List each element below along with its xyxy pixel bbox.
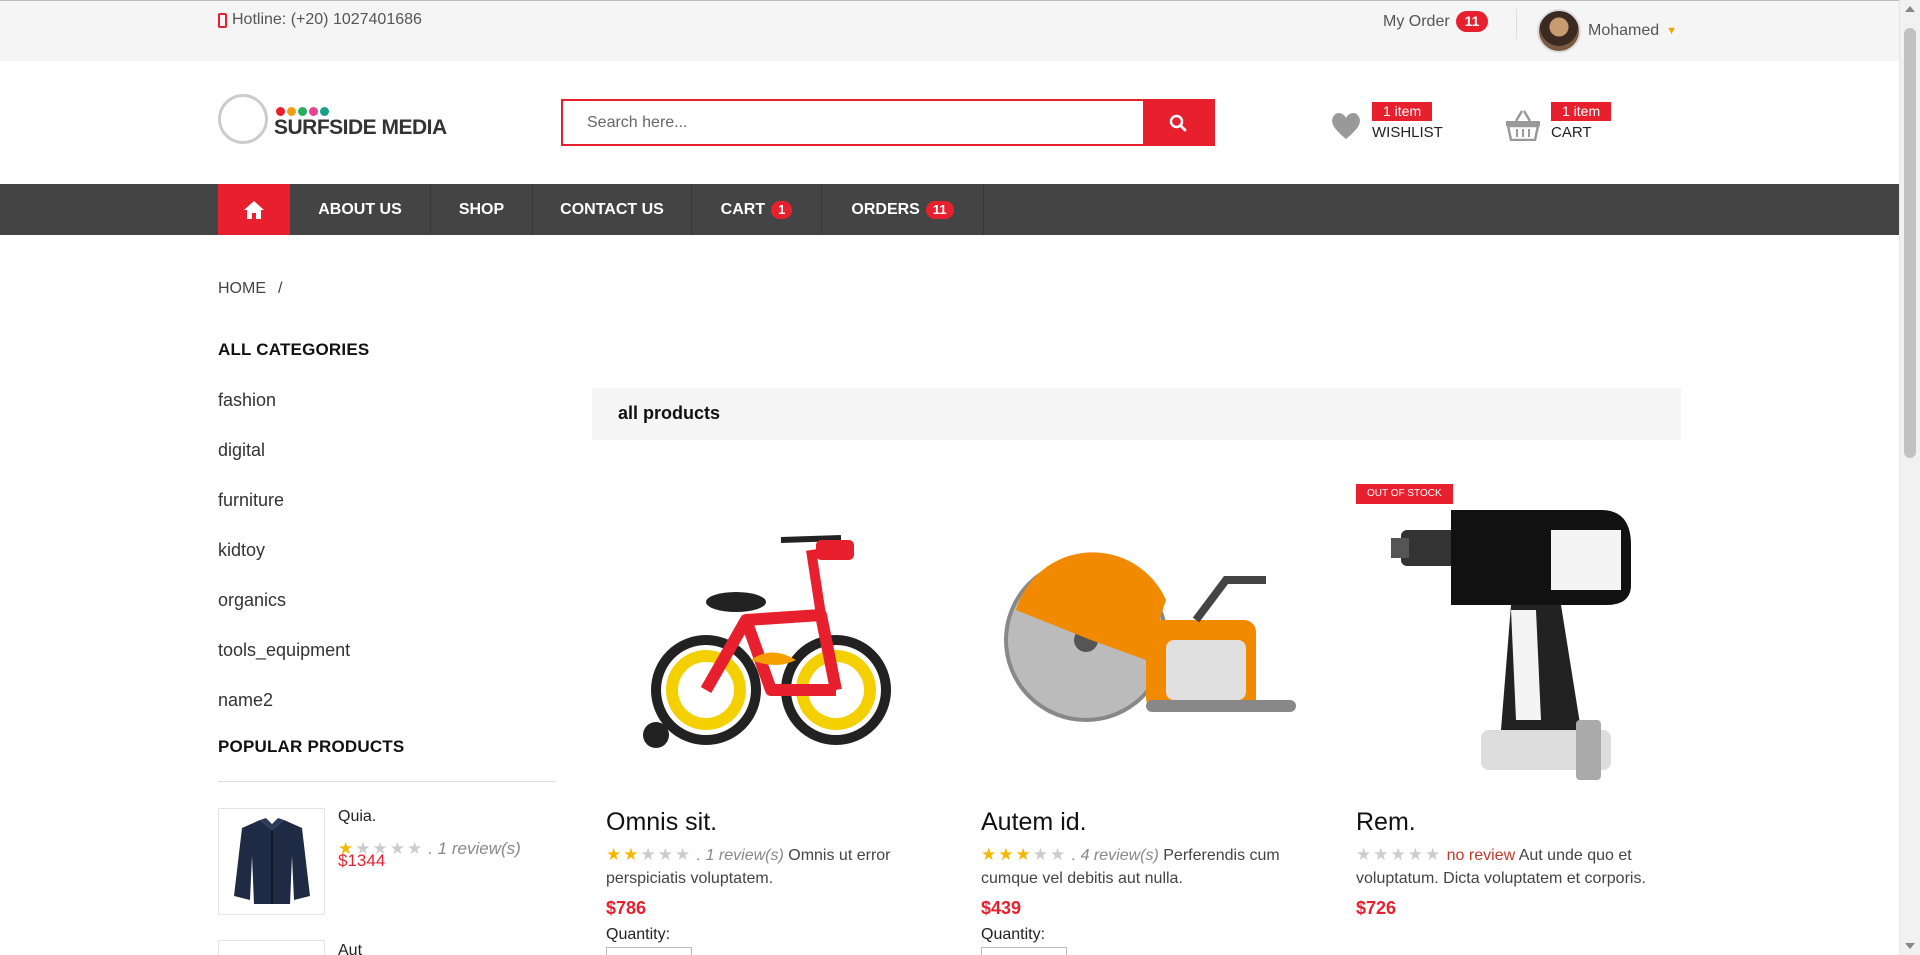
nav-label: ORDERS <box>851 200 920 218</box>
product-card: OUT OF STOCK Rem. ★★★★★ no review Aut un… <box>1356 480 1686 919</box>
review-count: . 1 review(s) <box>428 839 521 858</box>
logo-text: SURFSIDE MEDIA <box>274 116 447 139</box>
my-order-label: My Order <box>1383 12 1450 30</box>
search-form <box>561 99 1215 146</box>
heart-icon <box>1332 112 1360 139</box>
main-nav: ABOUT US SHOP CONTACT US CART 1 ORDERS 1… <box>0 184 1899 235</box>
product-meta: ★★★★★ no review Aut unde quo et voluptat… <box>1356 843 1686 890</box>
wishlist-label: WISHLIST <box>1372 124 1443 141</box>
nav-about-us[interactable]: ABOUT US <box>290 184 431 235</box>
product-name[interactable]: Rem. <box>1356 808 1686 837</box>
search-input[interactable] <box>563 101 1143 144</box>
nav-label: CONTACT US <box>560 200 664 218</box>
breadcrumb: HOME / <box>218 280 282 298</box>
product-name[interactable]: Autem id. <box>981 808 1311 837</box>
category-item[interactable]: tools_equipment <box>218 640 350 690</box>
user-name: Mohamed <box>1588 22 1660 39</box>
logo[interactable]: SURFSIDE MEDIA <box>218 94 447 144</box>
product-thumbnail[interactable] <box>218 940 325 955</box>
category-item[interactable]: furniture <box>218 490 350 540</box>
stars: ★★★★★ <box>1356 845 1443 864</box>
scroll-thumb[interactable] <box>1904 28 1916 458</box>
product-image[interactable] <box>606 480 936 800</box>
section-heading: all products <box>592 388 1681 440</box>
nav-label: ABOUT US <box>318 200 402 218</box>
nav-shop[interactable]: SHOP <box>431 184 533 235</box>
logo-dots <box>276 107 329 116</box>
wishlist-link[interactable]: 1 item WISHLIST <box>1330 102 1443 141</box>
category-list: fashion digital furniture kidtoy organic… <box>218 390 350 740</box>
breadcrumb-home[interactable]: HOME <box>218 280 266 298</box>
product-meta: ★★★★★ . 4 review(s) Perferendis cum cumq… <box>981 843 1311 890</box>
cart-badge: 1 item <box>1551 102 1612 121</box>
categories-title: ALL CATEGORIES <box>218 340 370 359</box>
category-item[interactable]: digital <box>218 440 350 490</box>
product-meta: ★★★★★ . 1 review(s) Omnis ut error persp… <box>606 843 936 890</box>
product-image[interactable] <box>981 480 1311 800</box>
price: $726 <box>1356 898 1397 918</box>
search-icon <box>1169 114 1187 131</box>
price: $786 <box>606 898 647 918</box>
wishlist-badge: 1 item <box>1372 102 1433 121</box>
popular-product-name[interactable]: Quia. <box>338 808 521 826</box>
product-card: Omnis sit. ★★★★★ . 1 review(s) Omnis ut … <box>606 480 936 955</box>
product-name[interactable]: Omnis sit. <box>606 808 936 837</box>
divider <box>218 781 556 782</box>
review-count: . 4 review(s) <box>1071 847 1159 864</box>
avatar <box>1537 9 1581 53</box>
popular-product-name[interactable]: Aut <box>338 942 362 955</box>
category-item[interactable]: kidtoy <box>218 540 350 590</box>
divider <box>1516 9 1517 39</box>
scroll-up-icon[interactable] <box>1905 6 1915 12</box>
category-item[interactable]: organics <box>218 590 350 640</box>
nav-contact-us[interactable]: CONTACT US <box>533 184 692 235</box>
chevron-down-icon: ▼ <box>1666 25 1678 37</box>
jacket-image <box>233 817 310 904</box>
scrollbar[interactable] <box>1899 0 1920 955</box>
quantity-label: Quantity: <box>606 926 671 943</box>
cart-link[interactable]: 1 item CART <box>1505 102 1612 141</box>
drill-image <box>1391 510 1631 780</box>
home-icon <box>244 200 264 219</box>
search-button[interactable] <box>1143 101 1213 144</box>
popular-product[interactable]: Quia. ★★★★★ . 1 review(s) $1344 <box>218 808 521 915</box>
scroll-down-icon[interactable] <box>1905 943 1915 949</box>
phone-icon <box>218 12 227 28</box>
review-count: . 1 review(s) <box>696 847 784 864</box>
product-thumbnail[interactable] <box>218 808 325 915</box>
product-card: Autem id. ★★★★★ . 4 review(s) Perferendi… <box>981 480 1311 955</box>
nav-orders-count: 11 <box>925 200 954 219</box>
quantity-stepper[interactable] <box>606 947 692 955</box>
breadcrumb-separator: / <box>278 280 283 297</box>
hotline-text: Hotline: (+20) 1027401686 <box>232 11 422 28</box>
stars: ★★★★★ <box>606 845 693 864</box>
quantity-label: Quantity: <box>981 926 1046 943</box>
review-count: no review <box>1446 847 1516 864</box>
logo-emblem <box>218 94 268 144</box>
nav-cart-count: 1 <box>771 200 793 219</box>
out-of-stock-badge: OUT OF STOCK <box>1356 484 1453 504</box>
nav-cart[interactable]: CART 1 <box>692 184 822 235</box>
stars: ★★★★★ <box>981 845 1068 864</box>
my-order-link[interactable]: My Order 11 <box>1383 11 1489 32</box>
popular-title: POPULAR PRODUCTS <box>218 737 405 756</box>
category-item[interactable]: fashion <box>218 390 350 440</box>
popular-product[interactable]: Aut <box>218 940 362 955</box>
nav-label: CART <box>720 200 766 218</box>
cart-label: CART <box>1551 124 1592 141</box>
bicycle-image <box>643 535 891 748</box>
nav-label: SHOP <box>458 200 505 218</box>
product-image[interactable]: OUT OF STOCK <box>1356 480 1686 800</box>
price: $439 <box>981 898 1022 918</box>
my-order-count: 11 <box>1455 11 1489 32</box>
user-menu[interactable]: Mohamed ▼ <box>1537 9 1677 53</box>
nav-orders[interactable]: ORDERS 11 <box>822 184 984 235</box>
category-item[interactable]: name2 <box>218 690 350 740</box>
top-bar: Hotline: (+20) 1027401686 My Order 11 Mo… <box>0 0 1899 61</box>
cut-off-saw-image <box>1004 552 1296 722</box>
hotline: Hotline: (+20) 1027401686 <box>218 11 422 29</box>
nav-home[interactable] <box>218 184 290 235</box>
quantity-stepper[interactable] <box>981 947 1067 955</box>
basket-icon <box>1506 110 1540 141</box>
